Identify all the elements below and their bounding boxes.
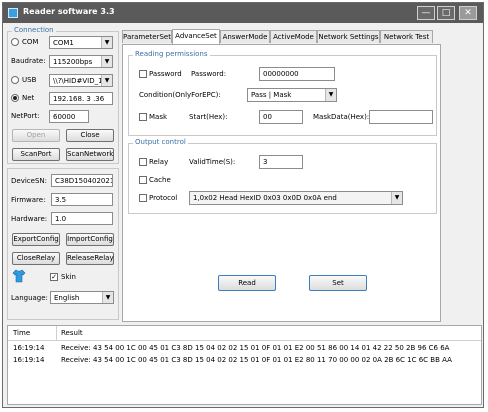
protocol-checkbox-label: Protocol: [149, 194, 178, 202]
start-label: Start(Hex):: [189, 113, 228, 121]
log-col-result: Result: [61, 329, 83, 337]
skin-label: Skin: [61, 273, 76, 281]
start-field[interactable]: 00: [259, 110, 303, 124]
hardware-label: Hardware:: [11, 215, 48, 223]
baudrate-select[interactable]: 115200bps ▼: [49, 55, 113, 68]
chevron-down-icon: ▼: [101, 37, 112, 48]
maskdata-label: MaskData(Hex):: [313, 113, 370, 121]
baudrate-select-value: 115200bps: [53, 58, 93, 66]
log-header-divider: [56, 326, 57, 340]
tab-network-settings[interactable]: Network Settings: [317, 30, 380, 43]
log-header: Time Result: [8, 326, 481, 341]
title-bar: Reader software 3.3 — □ ✕: [3, 3, 483, 23]
relay-checkbox[interactable]: [139, 158, 147, 166]
tab-activemode[interactable]: ActiveMode: [270, 30, 317, 43]
scannetwork-button[interactable]: ScanNetwork: [66, 148, 114, 161]
connection-legend: Connection: [12, 26, 56, 34]
netport-field[interactable]: 60000: [49, 110, 89, 123]
log-row-time: 16:19:14: [13, 356, 45, 364]
protocol-select[interactable]: 1,0x02 Head HexID 0x03 0x0D 0x0A end ▼: [189, 191, 403, 205]
maximize-button[interactable]: □: [437, 6, 455, 20]
devicesn-label: DeviceSN:: [11, 177, 47, 185]
firmware-field: 3.5: [51, 193, 113, 206]
usb-radio[interactable]: [11, 76, 19, 84]
com-select-value: COM1: [53, 39, 74, 47]
set-button[interactable]: Set: [309, 275, 367, 291]
minimize-button[interactable]: —: [417, 6, 435, 20]
validtime-field[interactable]: 3: [259, 155, 303, 169]
log-row-time: 16:19:14: [13, 344, 45, 352]
condition-select[interactable]: Pass | Mask ▼: [247, 88, 337, 102]
chevron-down-icon: ▼: [101, 56, 112, 67]
password-label: Password:: [191, 70, 227, 78]
close-window-button[interactable]: ✕: [459, 6, 477, 20]
password-checkbox-label: Password: [149, 70, 182, 78]
condition-label: Condition(OnlyForEPC):: [139, 91, 221, 99]
language-select[interactable]: English ▼: [50, 291, 114, 304]
hardware-field: 1.0: [51, 212, 113, 225]
relay-checkbox-label: Relay: [149, 158, 169, 166]
cache-checkbox[interactable]: [139, 176, 147, 184]
chevron-down-icon: ▼: [101, 75, 112, 86]
maskdata-field[interactable]: [369, 110, 433, 124]
tab-answermode[interactable]: AnswerMode: [220, 30, 270, 43]
advanceset-panel: Reading permissions Password Password: 0…: [122, 44, 441, 322]
releaserelay-button[interactable]: ReleaseRelay: [66, 252, 114, 265]
net-label: Net: [22, 94, 35, 102]
open-button[interactable]: Open: [12, 129, 60, 142]
cache-checkbox-label: Cache: [149, 176, 171, 184]
com-label: COM: [22, 38, 39, 46]
tab-parameterset[interactable]: ParameterSet: [122, 30, 172, 43]
chevron-down-icon: ▼: [325, 89, 336, 101]
protocol-checkbox[interactable]: [139, 194, 147, 202]
tshirt-icon[interactable]: [12, 269, 26, 283]
chevron-down-icon: ▼: [102, 292, 113, 303]
exportconfig-button[interactable]: ExportConfig: [12, 233, 60, 246]
log-row-result: Receive: 43 54 00 1C 00 45 01 C3 8D 15 0…: [61, 344, 450, 352]
usb-select-value: \\?\HID#VID_1A: [53, 77, 108, 85]
main-window: Reader software 3.3 — □ ✕ Connection COM…: [2, 2, 484, 408]
tab-advanceset[interactable]: AdvanceSet: [172, 29, 220, 44]
read-button[interactable]: Read: [218, 275, 276, 291]
scanport-button[interactable]: ScanPort: [12, 148, 60, 161]
protocol-select-value: 1,0x02 Head HexID 0x03 0x0D 0x0A end: [193, 194, 337, 202]
usb-select[interactable]: \\?\HID#VID_1A ▼: [49, 74, 113, 87]
ip-address-field[interactable]: 192.168. 3 .36: [49, 92, 113, 105]
com-radio[interactable]: [11, 38, 19, 46]
baudrate-label: Baudrate:: [11, 57, 46, 65]
log-col-time: Time: [13, 329, 31, 337]
mask-checkbox[interactable]: [139, 113, 147, 121]
devicesn-field: C38D1504020215: [51, 174, 113, 187]
closerelay-button[interactable]: CloseRelay: [12, 252, 60, 265]
usb-label: USB: [22, 76, 37, 84]
output-control-legend: Output control: [133, 138, 188, 146]
password-field[interactable]: 00000000: [259, 67, 335, 81]
mask-checkbox-label: Mask: [149, 113, 168, 121]
log-table: Time Result 16:19:14 Receive: 43 54 00 1…: [7, 325, 482, 405]
netport-label: NetPort:: [11, 112, 40, 120]
firmware-label: Firmware:: [11, 196, 46, 204]
validtime-label: ValidTime(S):: [189, 158, 236, 166]
chevron-down-icon: ▼: [391, 192, 402, 204]
language-select-value: English: [54, 294, 80, 302]
net-radio[interactable]: [11, 94, 19, 102]
log-row-result: Receive: 43 54 00 1C 00 45 01 C3 8D 15 0…: [61, 356, 452, 364]
window-title: Reader software 3.3: [23, 7, 115, 16]
com-select[interactable]: COM1 ▼: [49, 36, 113, 49]
password-checkbox[interactable]: [139, 70, 147, 78]
language-label: Language:: [11, 294, 48, 302]
skin-checkbox[interactable]: ✓: [50, 273, 58, 281]
close-button[interactable]: Close: [66, 129, 114, 142]
app-icon: [8, 8, 18, 18]
tab-network-test[interactable]: Network Test: [380, 30, 433, 43]
reading-permissions-legend: Reading permissions: [133, 50, 210, 58]
condition-select-value: Pass | Mask: [251, 91, 292, 99]
importconfig-button[interactable]: ImportConfig: [66, 233, 114, 246]
